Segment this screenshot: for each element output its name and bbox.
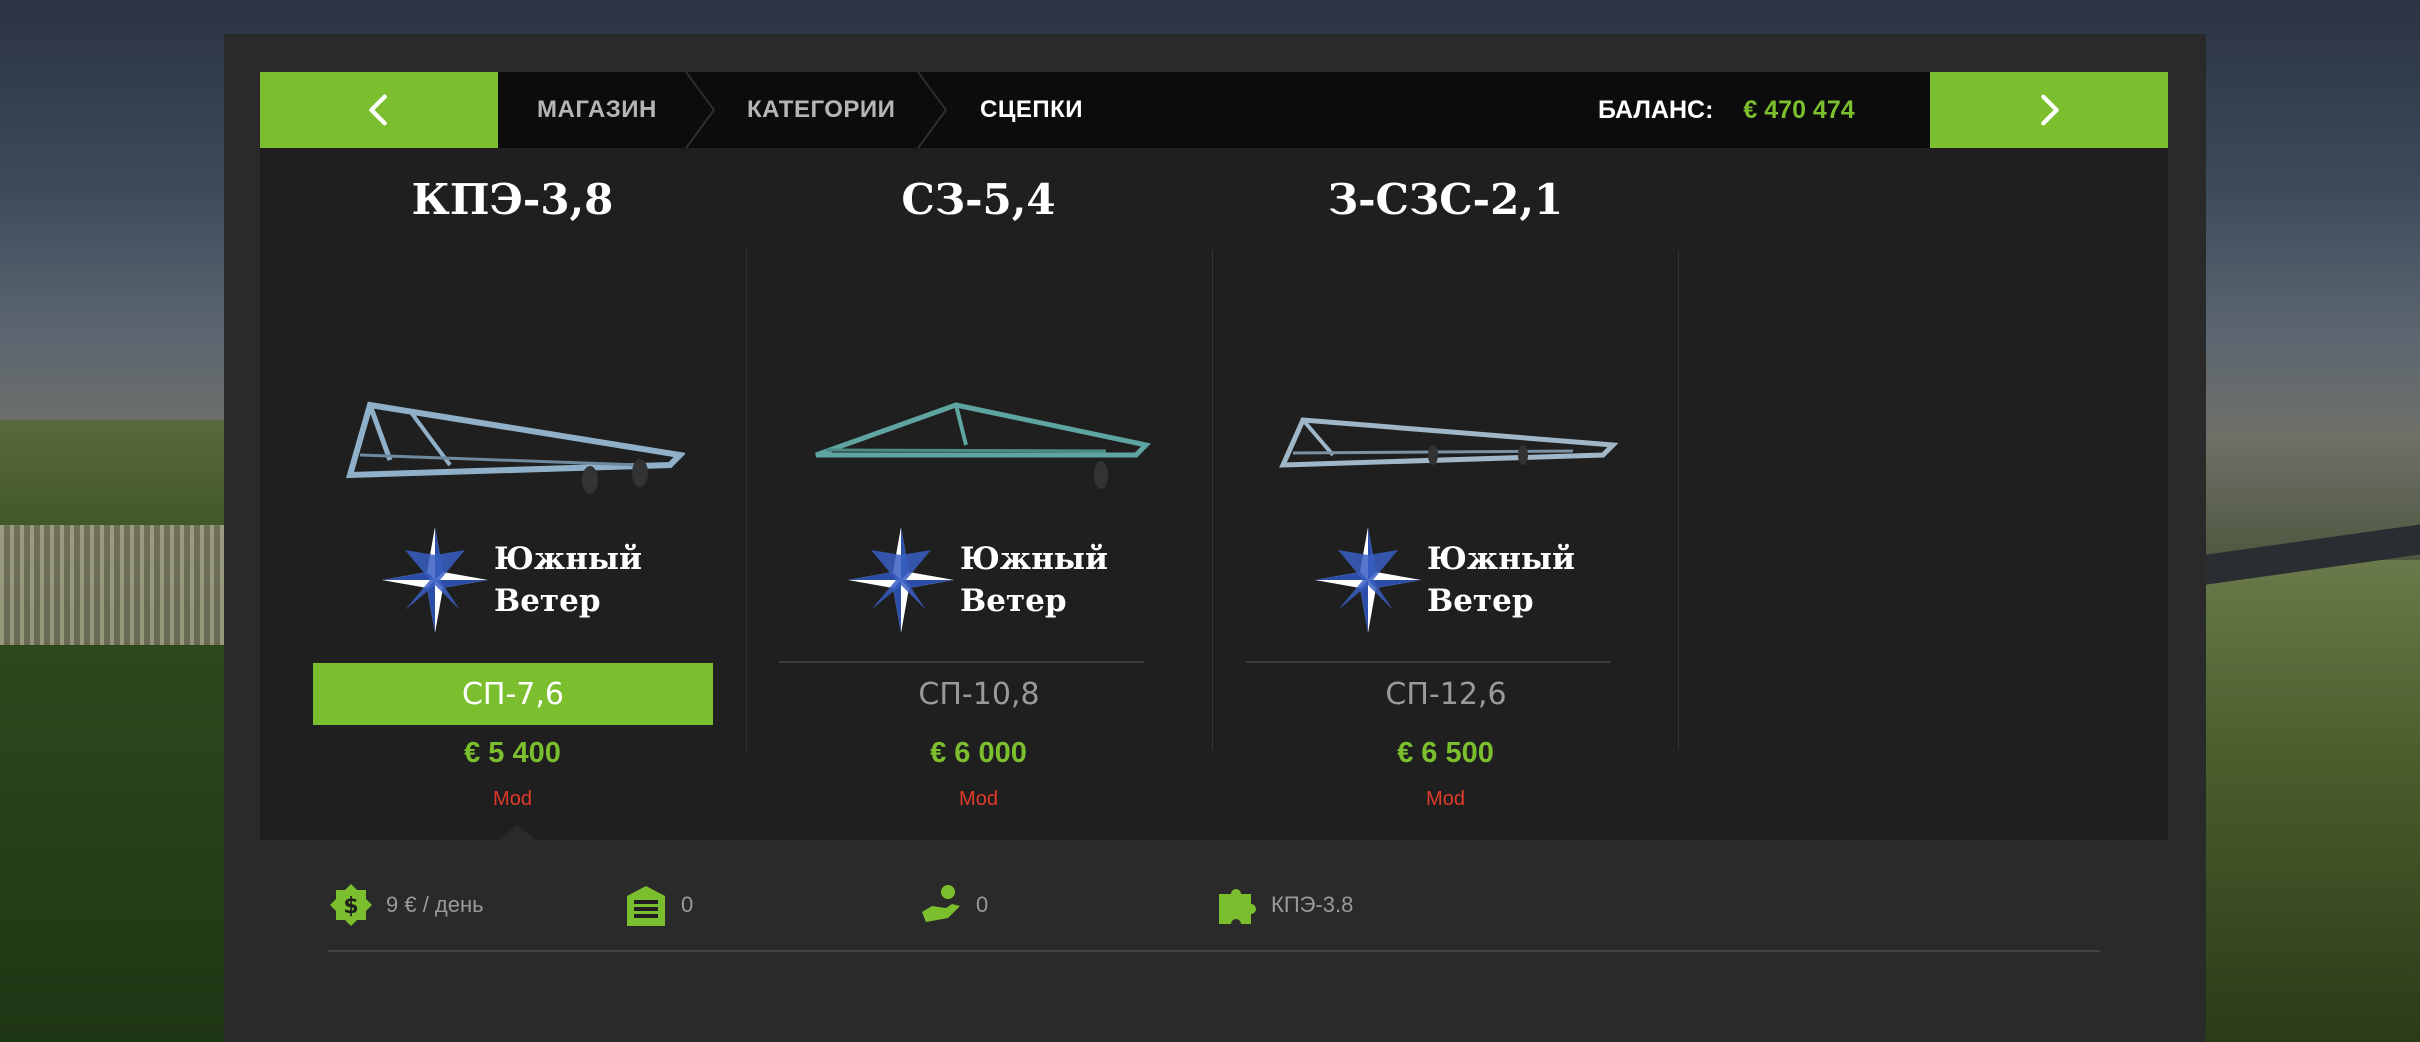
chevron-right-icon [2041, 94, 2059, 126]
hitch-image [815, 402, 1151, 489]
brand-logo: Южный Ветер [380, 525, 680, 635]
money-icon: $ [330, 884, 372, 926]
mod-tag: Mod [959, 788, 998, 810]
capacity-info: 0 [918, 880, 988, 930]
storage-info: 0 [623, 880, 693, 930]
item-model[interactable]: СП-12,6 [1246, 663, 1646, 725]
balance-label: БАЛАНС: [1598, 95, 1714, 124]
breadcrumb-categories[interactable]: КАТЕГОРИИ [747, 72, 895, 148]
breadcrumb-separator [680, 71, 720, 149]
brand-name-line1: Южный [1427, 541, 1575, 577]
chevron-left-icon [369, 94, 387, 126]
item-title: КПЭ-3,8 [411, 175, 614, 224]
compass-star-icon [382, 527, 488, 633]
brand-name-line1: Южный [960, 541, 1108, 577]
mod-info: КПЭ-3.8 [1213, 880, 1353, 930]
svg-text:$: $ [343, 894, 358, 919]
item-title: З-СЗС-2,1 [1327, 175, 1564, 224]
garage-icon [627, 886, 665, 926]
item-model-selected[interactable]: СП-7,6 [313, 663, 713, 725]
mod-tag: Mod [493, 788, 532, 810]
brand-logo: Южный Ветер [846, 525, 1146, 635]
balance-value: € 470 474 [1743, 95, 1855, 124]
mod-name: КПЭ-3.8 [1271, 892, 1354, 917]
capacity-value: 0 [976, 892, 989, 917]
item-title: СЗ-5,4 [901, 175, 1056, 224]
breadcrumb-separator [912, 71, 952, 149]
brand-name-line2: Ветер [494, 583, 601, 619]
card-divider [1678, 250, 1679, 750]
compass-star-icon [848, 527, 954, 633]
next-page-button[interactable] [1930, 72, 2168, 148]
brand-logo: Южный Ветер [1313, 525, 1613, 635]
brand-name-line2: Ветер [960, 583, 1067, 619]
selection-pointer [495, 825, 539, 843]
breadcrumb-shop[interactable]: МАГАЗИН [537, 72, 657, 148]
hitch-image [345, 401, 685, 494]
mod-tag: Mod [1426, 788, 1465, 810]
background-fence [0, 525, 240, 645]
brand-name-line1: Южный [494, 541, 642, 577]
upkeep-value: 9 € / день [386, 892, 484, 917]
shop-item-card[interactable]: З-СЗС-2,1 Южный Ветер СП-12,6 € 6 500 Mo… [1213, 175, 1678, 855]
shop-item-card[interactable]: СЗ-5,4 Южный Ветер СП-10,8 € 6 000 Mod [746, 175, 1211, 855]
background-field [2200, 560, 2420, 1042]
item-price: € 6 000 [930, 737, 1027, 769]
storage-value: 0 [681, 892, 694, 917]
balance: БАЛАНС: € 470 474 [1598, 72, 1855, 148]
item-details-row: $ 9 € / день 0 0 КПЭ-3.8 [328, 880, 2108, 930]
hitch-image [1279, 417, 1618, 468]
details-divider [328, 950, 2100, 952]
puzzle-icon [1219, 888, 1256, 924]
compass-star-icon [1315, 527, 1421, 633]
previous-page-button[interactable] [260, 72, 498, 148]
breadcrumb-current: СЦЕПКИ [980, 96, 1084, 123]
shop-item-card[interactable]: КПЭ-3,8 Южный Ветер СП-7,6 € 5 400 Mod [280, 175, 745, 855]
item-model[interactable]: СП-10,8 [779, 663, 1179, 725]
item-price: € 6 500 [1397, 737, 1494, 769]
item-price: € 5 400 [464, 737, 561, 769]
hand-icon [922, 885, 960, 922]
brand-name-line2: Ветер [1427, 583, 1534, 619]
background-trees [0, 420, 240, 1042]
upkeep-info: $ 9 € / день [328, 880, 484, 930]
